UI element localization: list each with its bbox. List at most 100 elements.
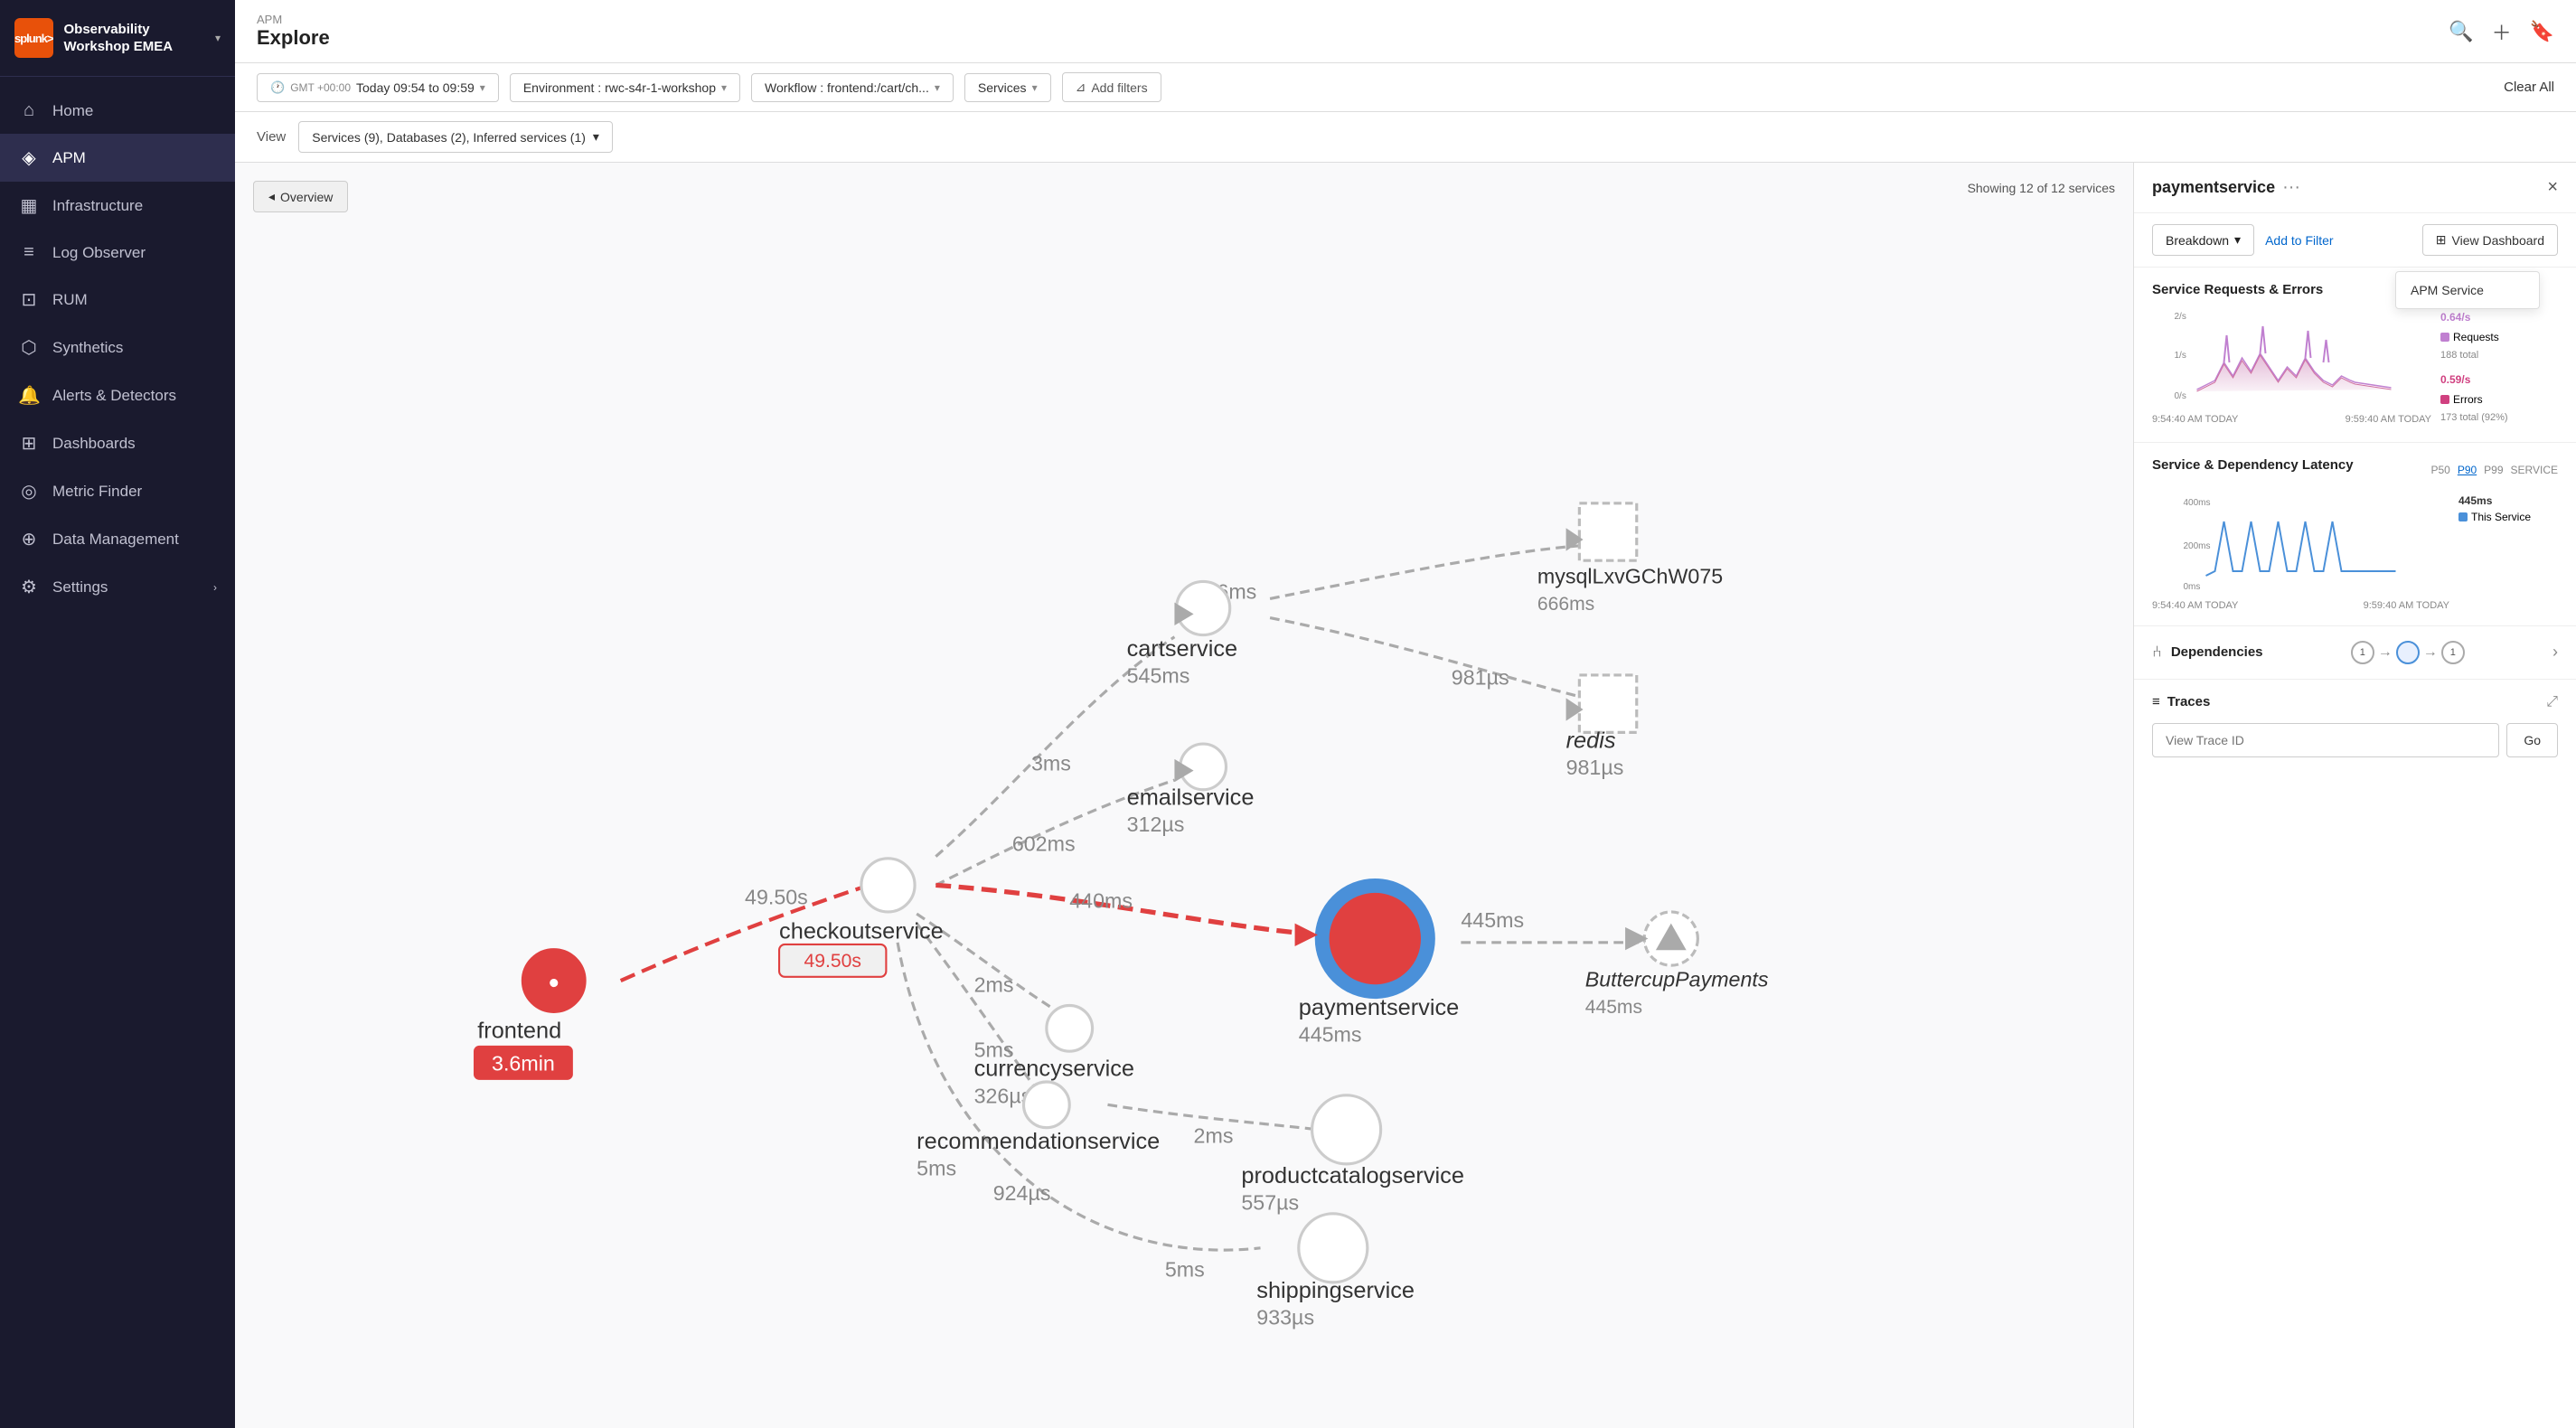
services-filter[interactable]: Services ▾ [964,73,1051,102]
paymentservice-label: paymentservice [1299,995,1459,1020]
service-node-recommendationservice[interactable] [1024,1082,1070,1128]
overview-button[interactable]: ◂ Overview [253,181,348,212]
sidebar-item-settings[interactable]: ⚙ Settings › [0,563,235,611]
view-bar: View Services (9), Databases (2), Inferr… [235,112,2576,163]
latency-x-label-left: 9:54:40 AM TODAY [2152,600,2238,611]
edge-label-981us: 981µs [1452,666,1509,690]
topbar-breadcrumb: APM [257,13,330,26]
sidebar-item-label: Home [52,102,93,120]
breakdown-label: Breakdown [2166,233,2229,248]
service-node-currencyservice[interactable] [1047,1006,1093,1052]
environment-label: Environment : rwc-s4r-1-workshop [523,80,716,95]
requests-label: Requests [2453,328,2499,348]
service-node-paymentservice[interactable] [1318,881,1433,996]
sidebar: splunk> Observability Workshop EMEA ▾ ⌂ … [0,0,235,1428]
edge-label-602ms: 602ms [1012,831,1076,855]
environment-filter[interactable]: Environment : rwc-s4r-1-workshop ▾ [510,73,740,102]
requests-legend: 0.64/s Requests 188 total 0.59/s Errors … [2440,308,2558,427]
add-filters-button[interactable]: ⊿ Add filters [1062,72,1161,102]
requests-total: 188 total [2440,347,2558,365]
p50-label[interactable]: P50 [2430,464,2449,476]
share-icon: ⑃ [2152,643,2162,662]
data-mgmt-icon: ⊕ [18,528,40,550]
plus-icon[interactable]: ＋ [2492,17,2512,46]
sidebar-item-dashboards[interactable]: ⊞ Dashboards [0,419,235,467]
dependencies-title: Dependencies [2171,644,2263,660]
dep-center-node [2396,641,2420,664]
sidebar-item-label: Infrastructure [52,197,143,215]
trace-go-button[interactable]: Go [2506,723,2558,757]
service-node-mysql[interactable] [1579,503,1636,560]
service-node-cartservice[interactable] [1177,581,1230,634]
svg-text:400ms: 400ms [2184,498,2211,508]
deps-expand-icon[interactable]: › [2552,643,2558,662]
view-label: View [257,129,286,145]
clear-all-button[interactable]: Clear All [2504,80,2554,95]
topbar-actions: 🔍 ＋ 🔖 [2449,17,2554,46]
services-chevron-icon: ▾ [1032,81,1038,94]
edge-label-924us: 924µs [993,1181,1051,1205]
dep-arrow-right1: → [2378,644,2393,661]
svg-text:●: ● [548,972,559,992]
service-node-checkoutservice[interactable] [861,859,915,912]
service-option[interactable]: SERVICE [2511,464,2558,476]
service-node-buttercup[interactable] [1644,912,1697,965]
this-service-value: 445ms [2458,494,2558,507]
filter-bar: 🕐 GMT +00:00 Today 09:54 to 09:59 ▾ Envi… [235,63,2576,112]
env-chevron-icon: ▾ [721,81,727,94]
apm-service-option[interactable]: APM Service [2396,272,2539,308]
productcatalogservice-label: productcatalogservice [1241,1163,1464,1188]
trace-id-input[interactable] [2152,723,2499,757]
time-chevron-icon: ▾ [480,81,485,94]
sidebar-item-rum[interactable]: ⊡ RUM [0,276,235,324]
sidebar-item-infrastructure[interactable]: ▦ Infrastructure [0,182,235,230]
p99-label[interactable]: P99 [2484,464,2503,476]
sidebar-item-label: Alerts & Detectors [52,387,176,405]
service-node-frontend[interactable]: ● [523,950,585,1011]
currencyservice-label: currencyservice [974,1057,1134,1082]
back-arrow-icon: ◂ [268,189,275,204]
view-select-value: Services (9), Databases (2), Inferred se… [312,130,586,145]
view-dashboard-button[interactable]: ⊞ View Dashboard [2422,224,2558,256]
arrow-paymentservice [1295,924,1318,946]
sidebar-item-label: Log Observer [52,244,146,262]
sidebar-item-metric-finder[interactable]: ◎ Metric Finder [0,467,235,515]
workflow-filter[interactable]: Workflow : frontend:/cart/ch... ▾ [751,73,954,102]
productcatalogservice-time: 557µs [1241,1191,1299,1215]
edge-label-2ms-curr: 2ms [974,973,1014,997]
panel-options-icon[interactable]: ··· [2282,177,2300,198]
sidebar-item-alerts-detectors[interactable]: 🔔 Alerts & Detectors [0,371,235,419]
sidebar-item-apm[interactable]: ◈ APM [0,134,235,182]
view-select[interactable]: Services (9), Databases (2), Inferred se… [298,121,613,153]
service-node-redis[interactable] [1579,675,1636,732]
add-to-filter-link[interactable]: Add to Filter [2265,233,2333,248]
traces-header: ≡ Traces ⤢ [2152,694,2558,710]
p90-label[interactable]: P90 [2458,464,2477,476]
breakdown-button[interactable]: Breakdown ▾ [2152,224,2254,256]
dep-out-count: 1 [2450,647,2456,658]
metric-finder-icon: ◎ [18,480,40,503]
bookmark-icon[interactable]: 🔖 [2530,20,2554,43]
panel-close-button[interactable]: × [2547,177,2558,198]
logo-icon: splunk> [14,18,53,58]
breakdown-chevron-icon: ▾ [2234,232,2241,248]
edge-label-5ms-ship: 5ms [1165,1258,1205,1282]
search-icon[interactable]: 🔍 [2449,20,2473,43]
sidebar-item-home[interactable]: ⌂ Home [0,88,235,134]
sidebar-item-log-observer[interactable]: ≡ Log Observer [0,230,235,276]
latency-chart: 400ms 200ms 0ms [2152,494,2449,594]
dep-node-in: 1 [2351,641,2374,664]
this-service-dot [2458,512,2468,521]
service-node-shippingservice[interactable] [1299,1214,1368,1282]
latency-legend: 445ms This Service [2458,494,2558,611]
sidebar-logo[interactable]: splunk> Observability Workshop EMEA ▾ [0,0,235,77]
time-filter[interactable]: 🕐 GMT +00:00 Today 09:54 to 09:59 ▾ [257,73,499,102]
sidebar-item-synthetics[interactable]: ⬡ Synthetics [0,324,235,371]
deps-left: ⑃ Dependencies [2152,643,2263,662]
edge-label-445ms-out: 445ms [1461,908,1524,932]
topbar: APM Explore 🔍 ＋ 🔖 [235,0,2576,63]
emailservice-label: emailservice [1127,785,1255,811]
traces-expand-icon[interactable]: ⤢ [2546,694,2558,710]
service-node-productcatalogservice[interactable] [1312,1095,1381,1164]
sidebar-item-data-management[interactable]: ⊕ Data Management [0,515,235,563]
